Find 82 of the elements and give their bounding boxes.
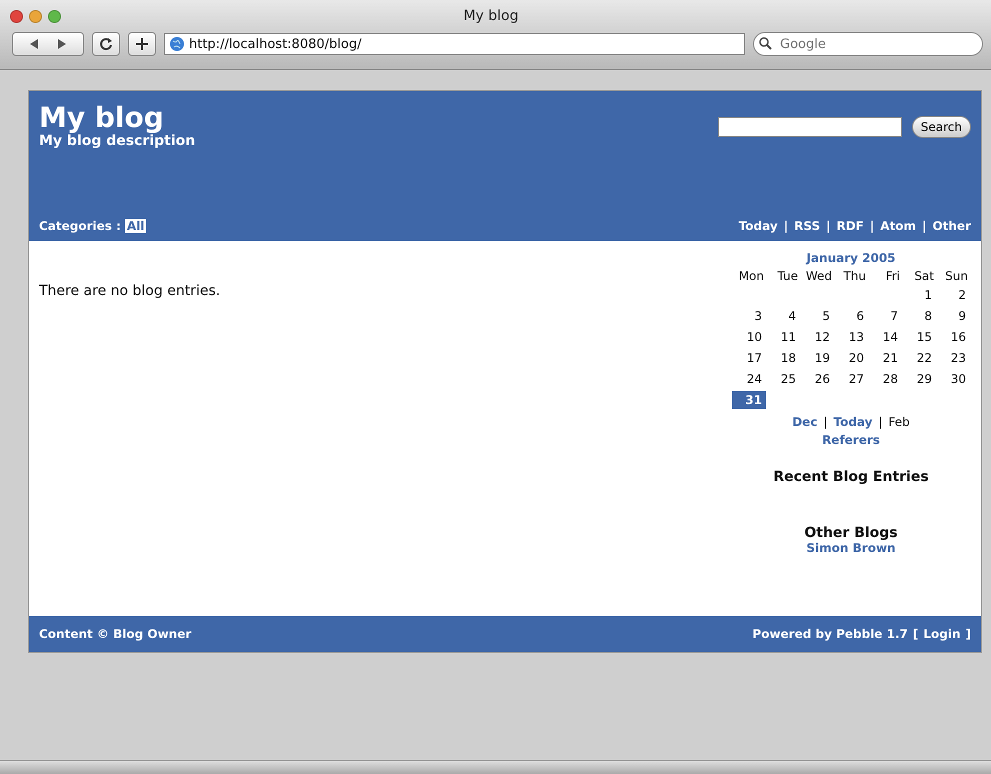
month-nav-link[interactable]: Today xyxy=(833,415,872,429)
calendar-day[interactable]: 18 xyxy=(766,349,800,367)
calendar-day[interactable]: 5 xyxy=(800,307,834,325)
search-field[interactable]: Google xyxy=(753,32,983,56)
calendar-day[interactable]: 22 xyxy=(902,349,936,367)
feed-link[interactable]: RDF xyxy=(836,219,864,233)
calendar-day[interactable]: 1 xyxy=(902,286,936,304)
calendar-day[interactable]: 19 xyxy=(800,349,834,367)
plus-icon xyxy=(135,37,149,51)
calendar-day[interactable]: 28 xyxy=(868,370,902,388)
calendar-day[interactable]: 13 xyxy=(834,328,868,346)
weekday-label: Mon xyxy=(738,269,765,283)
calendar-day[interactable]: 30 xyxy=(936,370,970,388)
referers-link[interactable]: Referers xyxy=(822,433,880,447)
separator: | xyxy=(826,219,830,233)
blog-link[interactable]: Simon Brown xyxy=(806,541,896,555)
add-bookmark-button[interactable] xyxy=(128,32,156,56)
separator: | xyxy=(922,219,926,233)
feed-link[interactable]: Atom xyxy=(880,219,916,233)
calendar-day[interactable]: 17 xyxy=(732,349,766,367)
close-button[interactable] xyxy=(10,10,23,22)
blog-description: My blog description xyxy=(39,133,196,149)
month-nav-text: Feb xyxy=(888,415,910,429)
calendar-day[interactable]: 7 xyxy=(868,307,902,325)
weekday-label: Sun xyxy=(944,269,969,283)
calendar-day[interactable]: 24 xyxy=(732,370,766,388)
category-link[interactable]: All xyxy=(124,219,146,233)
calendar-day[interactable]: 3 xyxy=(732,307,766,325)
bracket-text: ] xyxy=(966,627,971,641)
minimize-button[interactable] xyxy=(29,10,42,22)
window-title: My blog xyxy=(463,8,520,24)
reload-icon xyxy=(99,37,113,51)
reload-button[interactable] xyxy=(92,32,120,56)
blog-title: My blog xyxy=(39,103,165,133)
globe-icon xyxy=(169,36,185,52)
calendar-day[interactable]: 27 xyxy=(834,370,868,388)
calendar-day[interactable]: 26 xyxy=(800,370,834,388)
calendar-day[interactable]: 29 xyxy=(902,370,936,388)
feed-link[interactable]: RSS xyxy=(794,219,820,233)
feed-link[interactable]: Today xyxy=(738,219,778,233)
weekday-label: Fri xyxy=(884,269,901,283)
copyright-text: Content © Blog Owner xyxy=(39,627,192,641)
calendar-day[interactable]: 31 xyxy=(732,391,766,409)
separator: | xyxy=(784,219,788,233)
zoom-button[interactable] xyxy=(48,10,61,22)
calendar-day[interactable]: 8 xyxy=(902,307,936,325)
calendar-day[interactable]: 14 xyxy=(868,328,902,346)
calendar-day[interactable]: 12 xyxy=(800,328,834,346)
calendar-day[interactable]: 15 xyxy=(902,328,936,346)
calendar-day[interactable]: 23 xyxy=(936,349,970,367)
other-blogs-heading: Other Blogs xyxy=(804,525,898,541)
calendar-day[interactable]: 16 xyxy=(936,328,970,346)
empty-message: There are no blog entries. xyxy=(39,282,220,301)
weekday-label: Tue xyxy=(776,269,799,283)
feed-link[interactable]: Other xyxy=(932,219,971,233)
month-nav-link[interactable]: Dec xyxy=(792,415,818,429)
search-button[interactable]: Search xyxy=(912,116,971,138)
separator: | xyxy=(823,415,828,429)
arrows-icon xyxy=(28,38,68,50)
calendar-day[interactable]: 9 xyxy=(936,307,970,325)
calendar-day[interactable]: 25 xyxy=(766,370,800,388)
separator: | xyxy=(878,415,883,429)
weekday-label: Thu xyxy=(842,269,867,283)
login-link[interactable]: Login xyxy=(923,627,961,641)
separator: | xyxy=(870,219,874,233)
categories-label: Categories : xyxy=(39,219,121,233)
calendar-day[interactable]: 10 xyxy=(732,328,766,346)
powered-by-text: Powered by Pebble 1.7 xyxy=(752,627,908,641)
calendar-day[interactable]: 4 xyxy=(766,307,800,325)
search-input[interactable] xyxy=(718,117,902,137)
calendar-day[interactable]: 11 xyxy=(766,328,800,346)
calendar-day[interactable]: 21 xyxy=(868,349,902,367)
weekday-label: Wed xyxy=(804,269,833,283)
back-forward-button[interactable] xyxy=(12,32,84,56)
calendar-day[interactable]: 6 xyxy=(834,307,868,325)
recent-entries-heading: Recent Blog Entries xyxy=(773,469,929,485)
calendar-day[interactable]: 2 xyxy=(936,286,970,304)
calendar-month-link[interactable]: January 2005 xyxy=(806,251,896,265)
weekday-label: Sat xyxy=(913,269,935,283)
address-field[interactable]: http://localhost:8080/blog/ xyxy=(164,33,745,55)
bracket-text: [ xyxy=(912,627,918,641)
calendar-day[interactable]: 20 xyxy=(834,349,868,367)
